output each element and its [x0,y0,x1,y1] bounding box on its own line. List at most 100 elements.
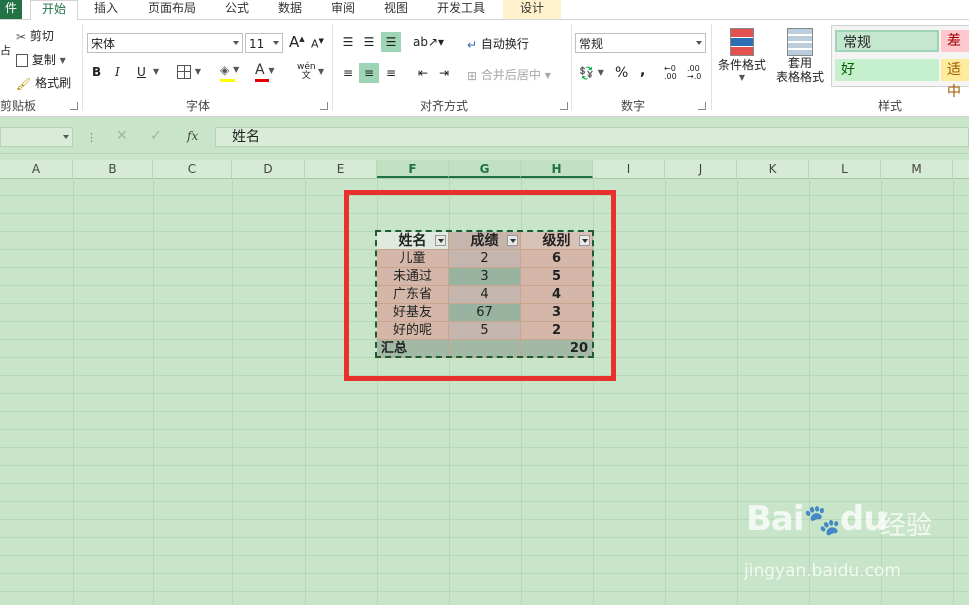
chevron-down-icon: ▼ [233,65,240,74]
number-launcher-icon[interactable] [698,102,706,110]
paint-bucket-icon: ◈ [220,62,230,77]
copy-button[interactable]: 复制 ▼ [16,51,66,68]
align-left-icon[interactable]: ≡ [338,63,358,83]
tab-file[interactable]: 件 [0,0,22,19]
currency-icon: 💱 [579,65,594,80]
align-top-icon[interactable]: ☰ [338,32,358,52]
merge-cells-icon: ⊞ [467,68,478,83]
font-group-label: 字体 [186,99,211,113]
tab-design[interactable]: 设计 [503,0,561,19]
font-color-swatch [255,79,269,82]
paste-button[interactable]: 占 [0,42,11,58]
merge-center-label: 合并后居中 [480,68,541,82]
increase-indent-icon[interactable]: ⇥ [434,63,454,83]
column-header-a[interactable]: A [0,160,73,178]
tab-home[interactable]: 开始 [30,0,78,21]
shrink-font-button[interactable]: A▼ [311,37,324,51]
column-header-l[interactable]: L [809,160,881,178]
insert-function-button[interactable]: fx [187,129,198,143]
column-header-h[interactable]: H [521,160,593,178]
alignment-launcher-icon[interactable] [560,102,568,110]
wrap-text-button[interactable]: ↵ 自动换行 [467,35,529,52]
column-headers: A B C D E F G H I J K L M [0,160,969,179]
tab-formulas[interactable]: 公式 [225,0,249,19]
column-header-f[interactable]: F [377,160,449,178]
grow-font-button[interactable]: A▲ [289,33,305,51]
ribbon: 占 ✂ 剪切 复制 ▼ 🖌 格式刷 剪贴板 宋体 11 A▲ A▼ B I U … [0,20,969,117]
percent-button[interactable]: % [615,65,628,81]
decrease-decimal-icon[interactable]: .00 →.0 [687,65,701,81]
ribbon-tab-bar: 件 开始 插入 页面布局 公式 数据 审阅 视图 开发工具 设计 [0,0,969,21]
number-format-select[interactable]: 常规 [575,33,706,53]
style-normal[interactable]: 常规 [835,30,939,52]
tab-view[interactable]: 视图 [384,0,408,19]
grow-font-label: A [289,33,300,51]
formula-input[interactable]: 姓名 [215,127,969,147]
column-header-i[interactable]: I [593,160,665,178]
chevron-down-icon: ▼ [59,56,66,65]
chevron-down-icon[interactable]: ▼ [153,67,159,76]
accounting-format-button[interactable]: 💱 ▼ [579,65,604,80]
style-good[interactable]: 好 [835,59,939,81]
tab-developer[interactable]: 开发工具 [437,0,485,19]
alignment-group-label: 对齐方式 [420,99,469,113]
font-color-button[interactable]: A ▼ [255,62,275,82]
orientation-icon[interactable]: ab↗▾ [413,32,444,52]
align-middle-icon[interactable]: ☰ [359,32,379,52]
merge-center-button[interactable]: ⊞ 合并后居中 ▼ [467,66,551,83]
border-icon [177,64,191,79]
tab-insert[interactable]: 插入 [94,0,118,19]
underline-button[interactable]: U [137,65,146,79]
column-header-g[interactable]: G [449,160,521,178]
tab-page-layout[interactable]: 页面布局 [148,0,196,19]
style-bad[interactable]: 差 [941,30,969,52]
column-header-m[interactable]: M [881,160,953,178]
chevron-down-icon[interactable]: ▼ [318,67,324,76]
comma-button[interactable]: , [640,63,645,79]
group-divider [711,24,712,110]
style-neutral[interactable]: 适中 [941,59,969,100]
group-divider [82,24,83,110]
name-box[interactable] [0,127,73,147]
tab-data[interactable]: 数据 [278,0,302,19]
decrease-indent-icon[interactable]: ⇤ [413,63,433,83]
column-header-b[interactable]: B [73,160,153,178]
column-header-j[interactable]: J [665,160,737,178]
bold-button[interactable]: B [92,65,101,79]
enter-icon[interactable]: ✓ [150,128,162,144]
column-header-k[interactable]: K [737,160,809,178]
font-name-select[interactable]: 宋体 [87,33,243,53]
phonetic-char-icon: 文 [301,71,311,81]
align-right-icon[interactable]: ≡ [381,63,401,83]
align-bottom-icon[interactable]: ☰ [381,32,401,52]
fill-color-button[interactable]: ◈ ▼ [220,62,240,82]
group-divider [332,24,333,110]
column-header-d[interactable]: D [232,160,305,178]
increase-decimal-icon[interactable]: ←0.00 [664,65,677,81]
font-color-icon: A [255,62,265,78]
copy-label: 复制 [31,53,56,67]
grid-line [73,178,74,605]
phonetic-button[interactable]: wén 文 [297,63,316,81]
font-launcher-icon[interactable] [320,102,328,110]
cancel-icon[interactable]: ✕ [116,128,128,144]
conditional-format-button[interactable]: 条件格式 ▼ [716,28,768,82]
chevron-down-icon [273,41,279,45]
column-header-c[interactable]: C [153,160,232,178]
grid-line [153,178,154,605]
italic-button[interactable]: I [115,65,120,79]
tab-review[interactable]: 审阅 [331,0,355,19]
cut-button[interactable]: ✂ 剪切 [16,27,54,44]
chevron-down-icon: ▼ [597,68,604,77]
align-center-icon[interactable]: ≡ [359,63,379,83]
grid-line [232,178,233,605]
column-header-e[interactable]: E [305,160,377,178]
format-as-table-button[interactable]: 套用 表格格式 [770,28,830,84]
table-format-icon [787,28,813,56]
format-painter-button[interactable]: 🖌 格式刷 [16,74,71,91]
paintbrush-icon: 🖌 [16,76,32,91]
clipboard-launcher-icon[interactable] [70,102,78,110]
grid-line [737,178,738,605]
font-size-select[interactable]: 11 [245,33,283,53]
border-button[interactable]: ▼ [177,64,201,79]
